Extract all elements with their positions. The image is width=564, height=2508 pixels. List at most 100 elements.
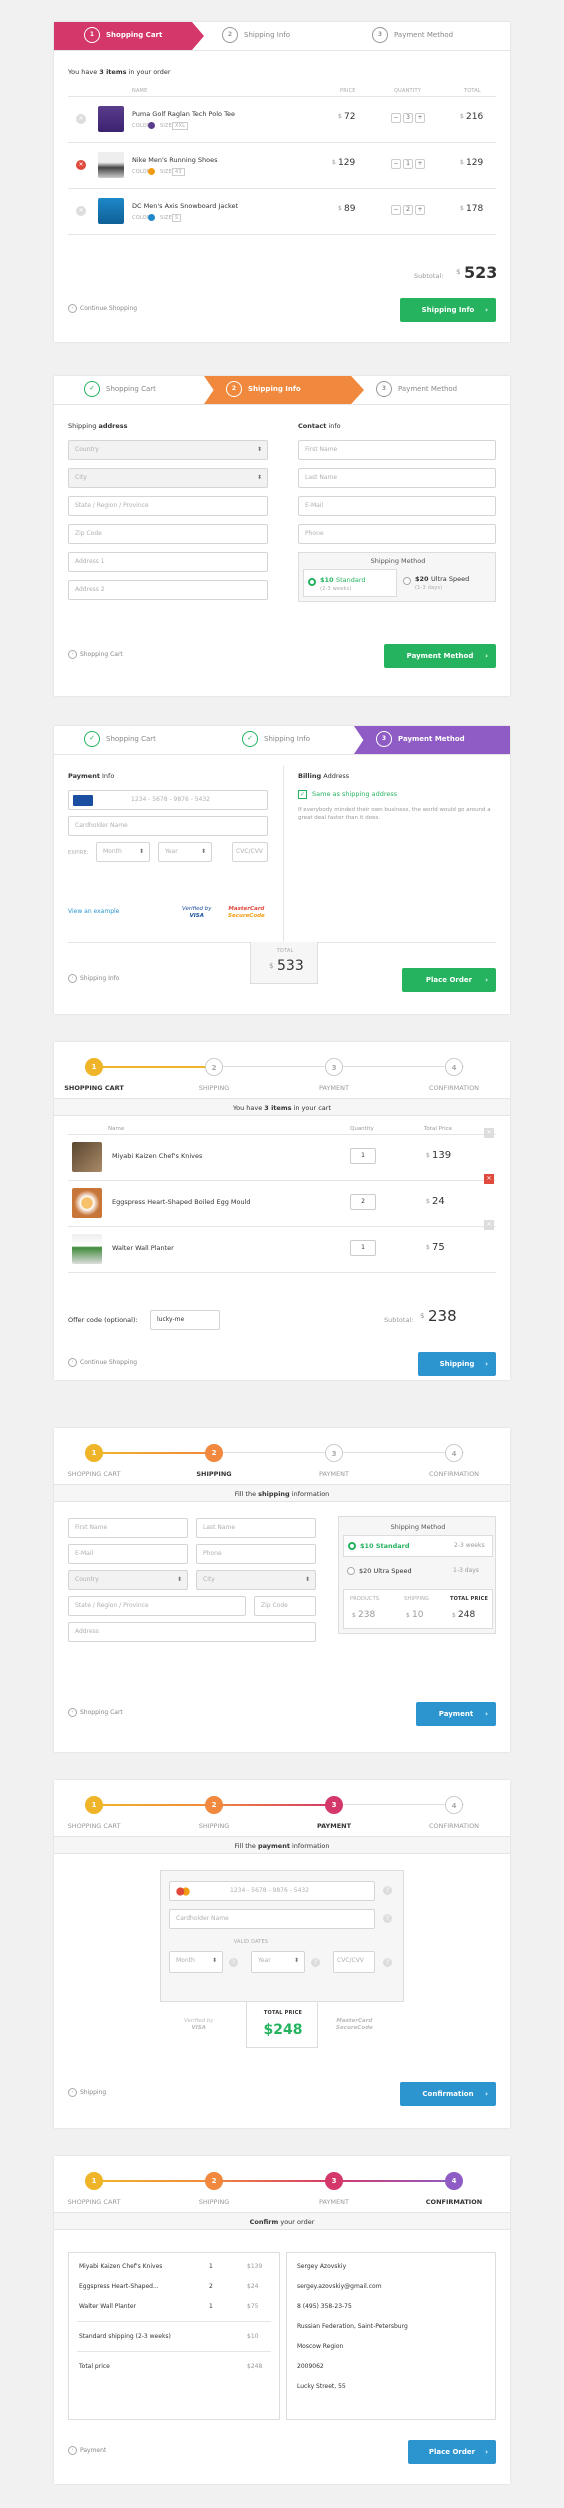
shipping-info-button[interactable]: Shipping Info ›	[400, 298, 496, 322]
tab-shipping-info[interactable]: 2 Shipping Info	[204, 22, 354, 50]
phone-field[interactable]: Phone	[196, 1544, 316, 1564]
cardholder-field[interactable]: Cardholder Name	[68, 816, 268, 836]
address-field[interactable]: Address	[68, 1622, 316, 1642]
currency: $	[460, 159, 464, 166]
price: 72	[344, 112, 356, 122]
step-label: CONFIRMATION	[425, 2198, 483, 2206]
card-number-field[interactable]: 1234 - 5678 - 9876 - 5432	[68, 790, 268, 810]
confirmation-button[interactable]: Confirmation ›	[400, 2082, 496, 2106]
tab-label: Shopping Cart	[106, 385, 156, 393]
quantity-stepper[interactable]: −1 +	[390, 159, 426, 169]
contact-email: sergey.azovskiy@gmail.com	[297, 2283, 382, 2290]
help-icon[interactable]: ?	[311, 1958, 320, 1967]
tab-shopping-cart[interactable]: ✓ Shopping Cart	[54, 376, 204, 404]
subtotal-label: Subtotal:	[414, 272, 444, 280]
help-icon[interactable]: ?	[229, 1958, 238, 1967]
city-select[interactable]: City	[196, 1570, 316, 1590]
table-row: ✕ Puma Golf Raglan Tech Polo Tee COLOR: …	[54, 96, 510, 142]
opt-label: $10 Standard	[360, 1542, 410, 1550]
view-example-link[interactable]: View an example	[68, 908, 119, 915]
tab-payment-method[interactable]: 3 Payment Method	[354, 22, 510, 50]
remove-icon[interactable]: ✕	[484, 1220, 494, 1230]
first-name-field[interactable]: First Name	[68, 1518, 188, 1538]
payment-button[interactable]: Payment ›	[416, 1702, 496, 1726]
quantity-field[interactable]: 1	[350, 1148, 376, 1164]
card-number-field[interactable]: 1234 - 5678 - 9876 - 5432	[169, 1881, 375, 1901]
shipping-button[interactable]: Shipping ›	[418, 1352, 496, 1376]
month-select[interactable]: Month	[96, 842, 150, 862]
country-select[interactable]: Country	[68, 440, 268, 460]
tab-payment-method[interactable]: 3 Payment Method	[364, 376, 510, 404]
state-field[interactable]: State / Region / Province	[68, 1596, 246, 1616]
place-order-button[interactable]: Place Order ›	[408, 2440, 496, 2464]
help-icon[interactable]: ?	[383, 1914, 392, 1923]
summary-line: Walter Wall Planter 1 $75	[79, 2303, 259, 2310]
remove-icon[interactable]: ✕	[76, 160, 86, 170]
phone-field[interactable]: Phone	[298, 524, 496, 544]
first-name-field[interactable]: First Name	[298, 440, 496, 460]
shipping-link[interactable]: ‹ Shipping	[68, 2088, 106, 2098]
opt-price: $20	[415, 575, 429, 583]
payment-method-button[interactable]: Payment Method ›	[384, 644, 496, 668]
standard-option[interactable]: $10 Standard 2-3 weeks	[343, 1535, 493, 1557]
month-select[interactable]: Month	[169, 1951, 223, 1973]
step-3-circle: 3	[325, 1058, 343, 1076]
last-name-field[interactable]: Last Name	[298, 468, 496, 488]
quantity-stepper[interactable]: −2 +	[390, 205, 426, 215]
product-image	[98, 152, 124, 178]
progress-line	[94, 2180, 454, 2182]
email-field[interactable]: E-Mail	[298, 496, 496, 516]
product-name: Walter Wall Planter	[112, 1244, 174, 1252]
remove-icon[interactable]: ✕	[76, 206, 86, 216]
payment-link[interactable]: ‹ Payment	[68, 2446, 106, 2456]
step-label: SHOPPING CART	[67, 1470, 121, 1478]
size-value: 43	[172, 168, 185, 176]
quantity-field[interactable]: 2	[350, 1194, 376, 1210]
city-select[interactable]: City	[68, 468, 268, 488]
standard-option[interactable]: $10 Standard (2-3 weeks)	[303, 569, 397, 597]
email-field[interactable]: E-Mail	[68, 1544, 188, 1564]
address1-field[interactable]: Address 1	[68, 552, 268, 572]
mastercard-securecode-logo: MasterCard SecureCode	[336, 2018, 373, 2031]
tab-shopping-cart[interactable]: ✓ Shopping Cart	[54, 726, 204, 754]
state-field[interactable]: State / Region / Province	[68, 496, 268, 516]
shopping-cart-link[interactable]: ‹ Shopping Cart	[68, 1708, 123, 1718]
shipping-info-link[interactable]: ‹ Shipping Info	[68, 974, 119, 984]
step-number: 3	[372, 27, 388, 43]
tab-shipping-info[interactable]: 2 Shipping Info	[204, 376, 364, 404]
cvc-field[interactable]: CVC/CVV	[333, 1951, 375, 1973]
total-price-box: TOTAL PRICE $248	[246, 2002, 318, 2048]
tab-shopping-cart[interactable]: 1 Shopping Cart	[54, 22, 204, 50]
step-1-circle: 1	[85, 1444, 103, 1462]
ultra-option[interactable]: $20 Ultra Speed (1-3 days)	[399, 569, 493, 597]
year-select[interactable]: Year	[251, 1951, 305, 1973]
continue-shopping-link[interactable]: ‹ Continue Shopping	[68, 1358, 137, 1368]
address2-field[interactable]: Address 2	[68, 580, 268, 600]
currency: $	[406, 1612, 410, 1619]
cardholder-field[interactable]: Cardholder Name	[169, 1909, 375, 1929]
continue-shopping-link[interactable]: ‹ Continue Shopping	[68, 304, 137, 314]
year-select[interactable]: Year	[158, 842, 212, 862]
quantity-field[interactable]: 1	[350, 1240, 376, 1256]
quantity-stepper[interactable]: −3 +	[390, 113, 426, 123]
product-image	[98, 106, 124, 132]
ultra-option[interactable]: $20 Ultra Speed 1-3 days	[343, 1561, 493, 1583]
shopping-cart-link[interactable]: ‹ Shopping Cart	[68, 650, 123, 660]
cvc-field[interactable]: CVC/CVV	[232, 842, 268, 862]
step-3-circle: 3	[325, 1796, 343, 1814]
tab-payment-method[interactable]: 3 Payment Method	[354, 726, 510, 754]
help-icon[interactable]: ?	[383, 1958, 392, 1967]
total-label: TOTAL PRICE	[450, 1596, 489, 1602]
help-icon[interactable]: ?	[383, 1886, 392, 1895]
remove-icon[interactable]: ✕	[484, 1174, 494, 1184]
zip-field[interactable]: Zip Code	[68, 524, 268, 544]
place-order-button[interactable]: Place Order ›	[402, 968, 496, 992]
remove-icon[interactable]: ✕	[76, 114, 86, 124]
last-name-field[interactable]: Last Name	[196, 1518, 316, 1538]
total-box: TOTAL $ 533	[250, 942, 318, 984]
remove-icon[interactable]: ✕	[484, 1128, 494, 1138]
country-select[interactable]: Country	[68, 1570, 188, 1590]
zip-field[interactable]: Zip Code	[254, 1596, 316, 1616]
offer-code-field[interactable]: lucky-me	[150, 1310, 220, 1330]
tab-shipping-info[interactable]: ✓ Shipping Info	[204, 726, 354, 754]
